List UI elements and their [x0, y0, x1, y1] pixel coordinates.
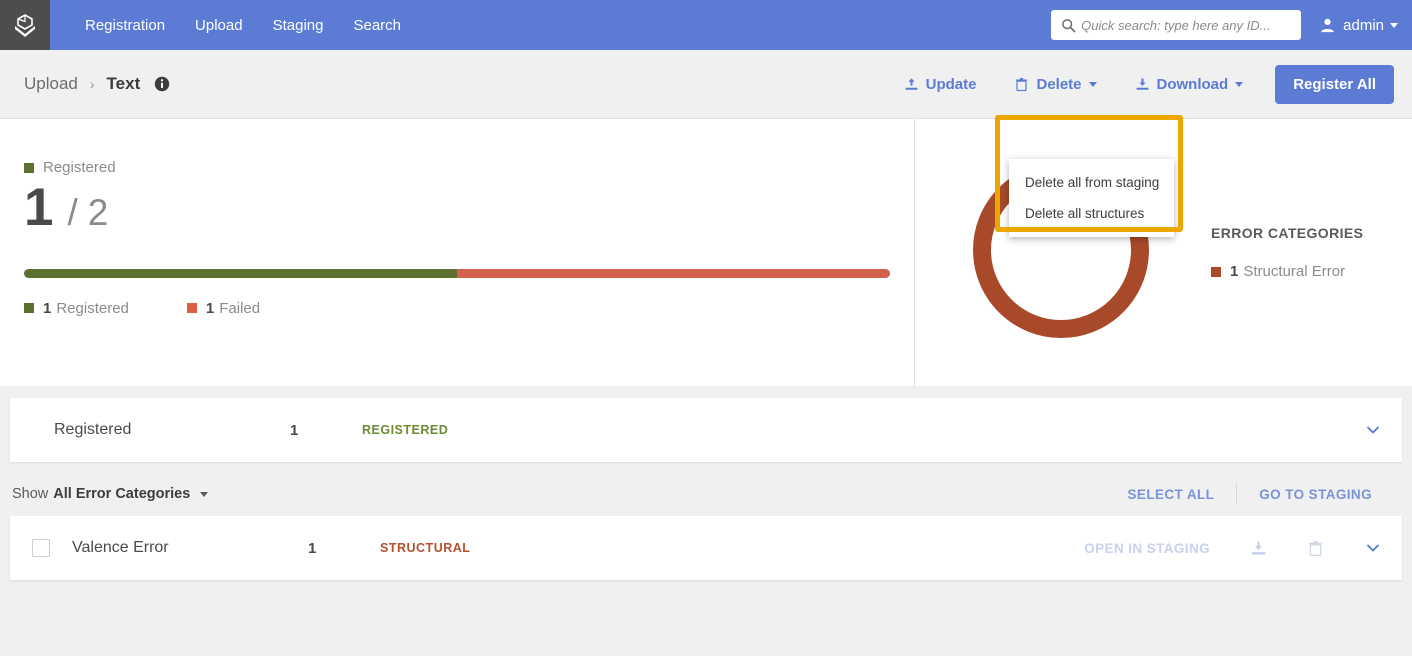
trash-icon[interactable]: [1307, 540, 1324, 557]
app-logo[interactable]: [0, 0, 50, 50]
progress-legend: 1 Registered 1 Failed: [24, 300, 890, 317]
legend-registered-count: 1: [43, 299, 52, 317]
delete-button-label: Delete: [1036, 75, 1082, 93]
breadcrumb: Upload › Text: [24, 74, 170, 94]
upload-icon: [904, 77, 919, 92]
legend-failed-label: Failed: [219, 299, 261, 317]
update-button[interactable]: Update: [898, 75, 983, 94]
chevron-down-icon: [1235, 81, 1244, 87]
nav-link-staging[interactable]: Staging: [258, 17, 339, 34]
legend-failed-count: 1: [205, 299, 215, 317]
info-circle-icon[interactable]: [154, 76, 170, 92]
navbar-right: admin: [1051, 0, 1412, 50]
breadcrumb-upload[interactable]: Upload: [24, 74, 78, 94]
select-all-link[interactable]: SELECT ALL: [1106, 487, 1237, 502]
breadcrumb-separator: ›: [89, 76, 95, 92]
error-row[interactable]: Valence Error 1 STRUCTURAL OPEN IN STAGI…: [10, 516, 1402, 580]
summary-status-label: Registered: [43, 159, 116, 176]
registered-row-count: 1: [290, 421, 299, 439]
user-menu-label: admin: [1343, 16, 1384, 34]
error-category-filter[interactable]: Show All Error Categories: [12, 486, 209, 502]
registered-count: 1: [24, 178, 54, 237]
chevron-down-icon: [1088, 81, 1097, 87]
delete-button[interactable]: Delete: [1008, 75, 1102, 94]
download-icon[interactable]: [1250, 540, 1267, 557]
search-icon: [1059, 18, 1077, 33]
action-toolbar: Update Delete Download Register All: [898, 64, 1394, 104]
error-legend-swatch-icon: [1211, 266, 1221, 277]
error-categories-legend: ERROR CATEGORIES 1 Structural Error: [1211, 225, 1363, 280]
nav-link-upload[interactable]: Upload: [180, 17, 258, 34]
delete-all-from-staging-item[interactable]: Delete all from staging: [1009, 167, 1174, 198]
download-icon: [1135, 77, 1150, 92]
summary-counts: 1 / 2: [24, 178, 890, 239]
delete-all-structures-item[interactable]: Delete all structures: [1009, 198, 1174, 229]
quick-search[interactable]: [1051, 10, 1302, 40]
registration-progress-bar: [24, 268, 890, 278]
nav-link-search[interactable]: Search: [338, 17, 416, 34]
legend-item-registered: 1 Registered: [24, 300, 129, 317]
chevron-down-icon: [1390, 22, 1398, 28]
breadcrumb-toolbar-row: Upload › Text Update Delete Download Reg…: [0, 50, 1412, 237]
legend-swatch-icon: [24, 303, 34, 314]
open-in-staging-link[interactable]: OPEN IN STAGING: [1084, 541, 1210, 556]
legend-swatch-icon: [186, 303, 197, 314]
summary-status: Registered: [24, 159, 890, 176]
search-input[interactable]: [1077, 16, 1294, 34]
chevron-down-icon: [200, 491, 209, 497]
error-row-name: Valence Error: [72, 539, 169, 556]
registration-summary-panel: Registered 1 / 2 1 Registered 1 Failed: [0, 119, 915, 386]
user-avatar-icon: [1319, 17, 1336, 34]
delete-dropdown-menu: Delete all from staging Delete all struc…: [1009, 159, 1174, 237]
download-button[interactable]: Download: [1129, 75, 1250, 94]
registered-row-status-badge: REGISTERED: [362, 423, 449, 437]
register-all-button[interactable]: Register All: [1275, 64, 1394, 104]
error-legend-label: Structural Error: [1243, 263, 1346, 280]
error-row-category-badge: STRUCTURAL: [380, 541, 471, 555]
error-filter-bar: Show All Error Categories SELECT ALL GO …: [0, 472, 1412, 516]
top-navbar: Registration Upload Staging Search admin: [0, 0, 1412, 50]
user-menu[interactable]: admin: [1319, 17, 1398, 34]
error-categories-title: ERROR CATEGORIES: [1211, 225, 1364, 241]
count-separator: /: [67, 192, 78, 233]
chevron-down-icon[interactable]: [1364, 539, 1382, 557]
error-legend-count: 1: [1230, 263, 1239, 280]
chevron-down-icon[interactable]: [1364, 421, 1382, 439]
filter-show-label: Show: [12, 486, 49, 502]
total-count: 2: [87, 192, 109, 233]
filter-bar-actions: SELECT ALL GO TO STAGING: [1106, 483, 1394, 505]
breadcrumb-current: Text: [106, 74, 141, 93]
progress-segment-registered: [24, 268, 457, 278]
update-button-label: Update: [925, 75, 977, 93]
error-row-checkbox[interactable]: [32, 539, 50, 557]
nav-link-registration[interactable]: Registration: [70, 17, 180, 34]
trash-icon: [1014, 77, 1029, 92]
go-to-staging-link[interactable]: GO TO STAGING: [1237, 487, 1394, 502]
cube-download-logo-icon: [15, 14, 35, 37]
error-row-count: 1: [308, 539, 317, 557]
filter-selected-value: All Error Categories: [53, 486, 191, 502]
registered-summary-row[interactable]: Registered 1 REGISTERED: [10, 398, 1402, 462]
download-button-label: Download: [1156, 75, 1229, 93]
legend-item-failed: 1 Failed: [186, 299, 261, 317]
nav-links: Registration Upload Staging Search: [70, 17, 416, 34]
progress-segment-failed: [457, 268, 890, 278]
error-legend-item: 1 Structural Error: [1211, 263, 1363, 280]
registered-row-name: Registered: [54, 421, 132, 438]
status-swatch-icon: [24, 162, 34, 173]
summary-panels: Registered 1 / 2 1 Registered 1 Failed E…: [0, 118, 1412, 386]
legend-registered-label: Registered: [56, 299, 129, 317]
